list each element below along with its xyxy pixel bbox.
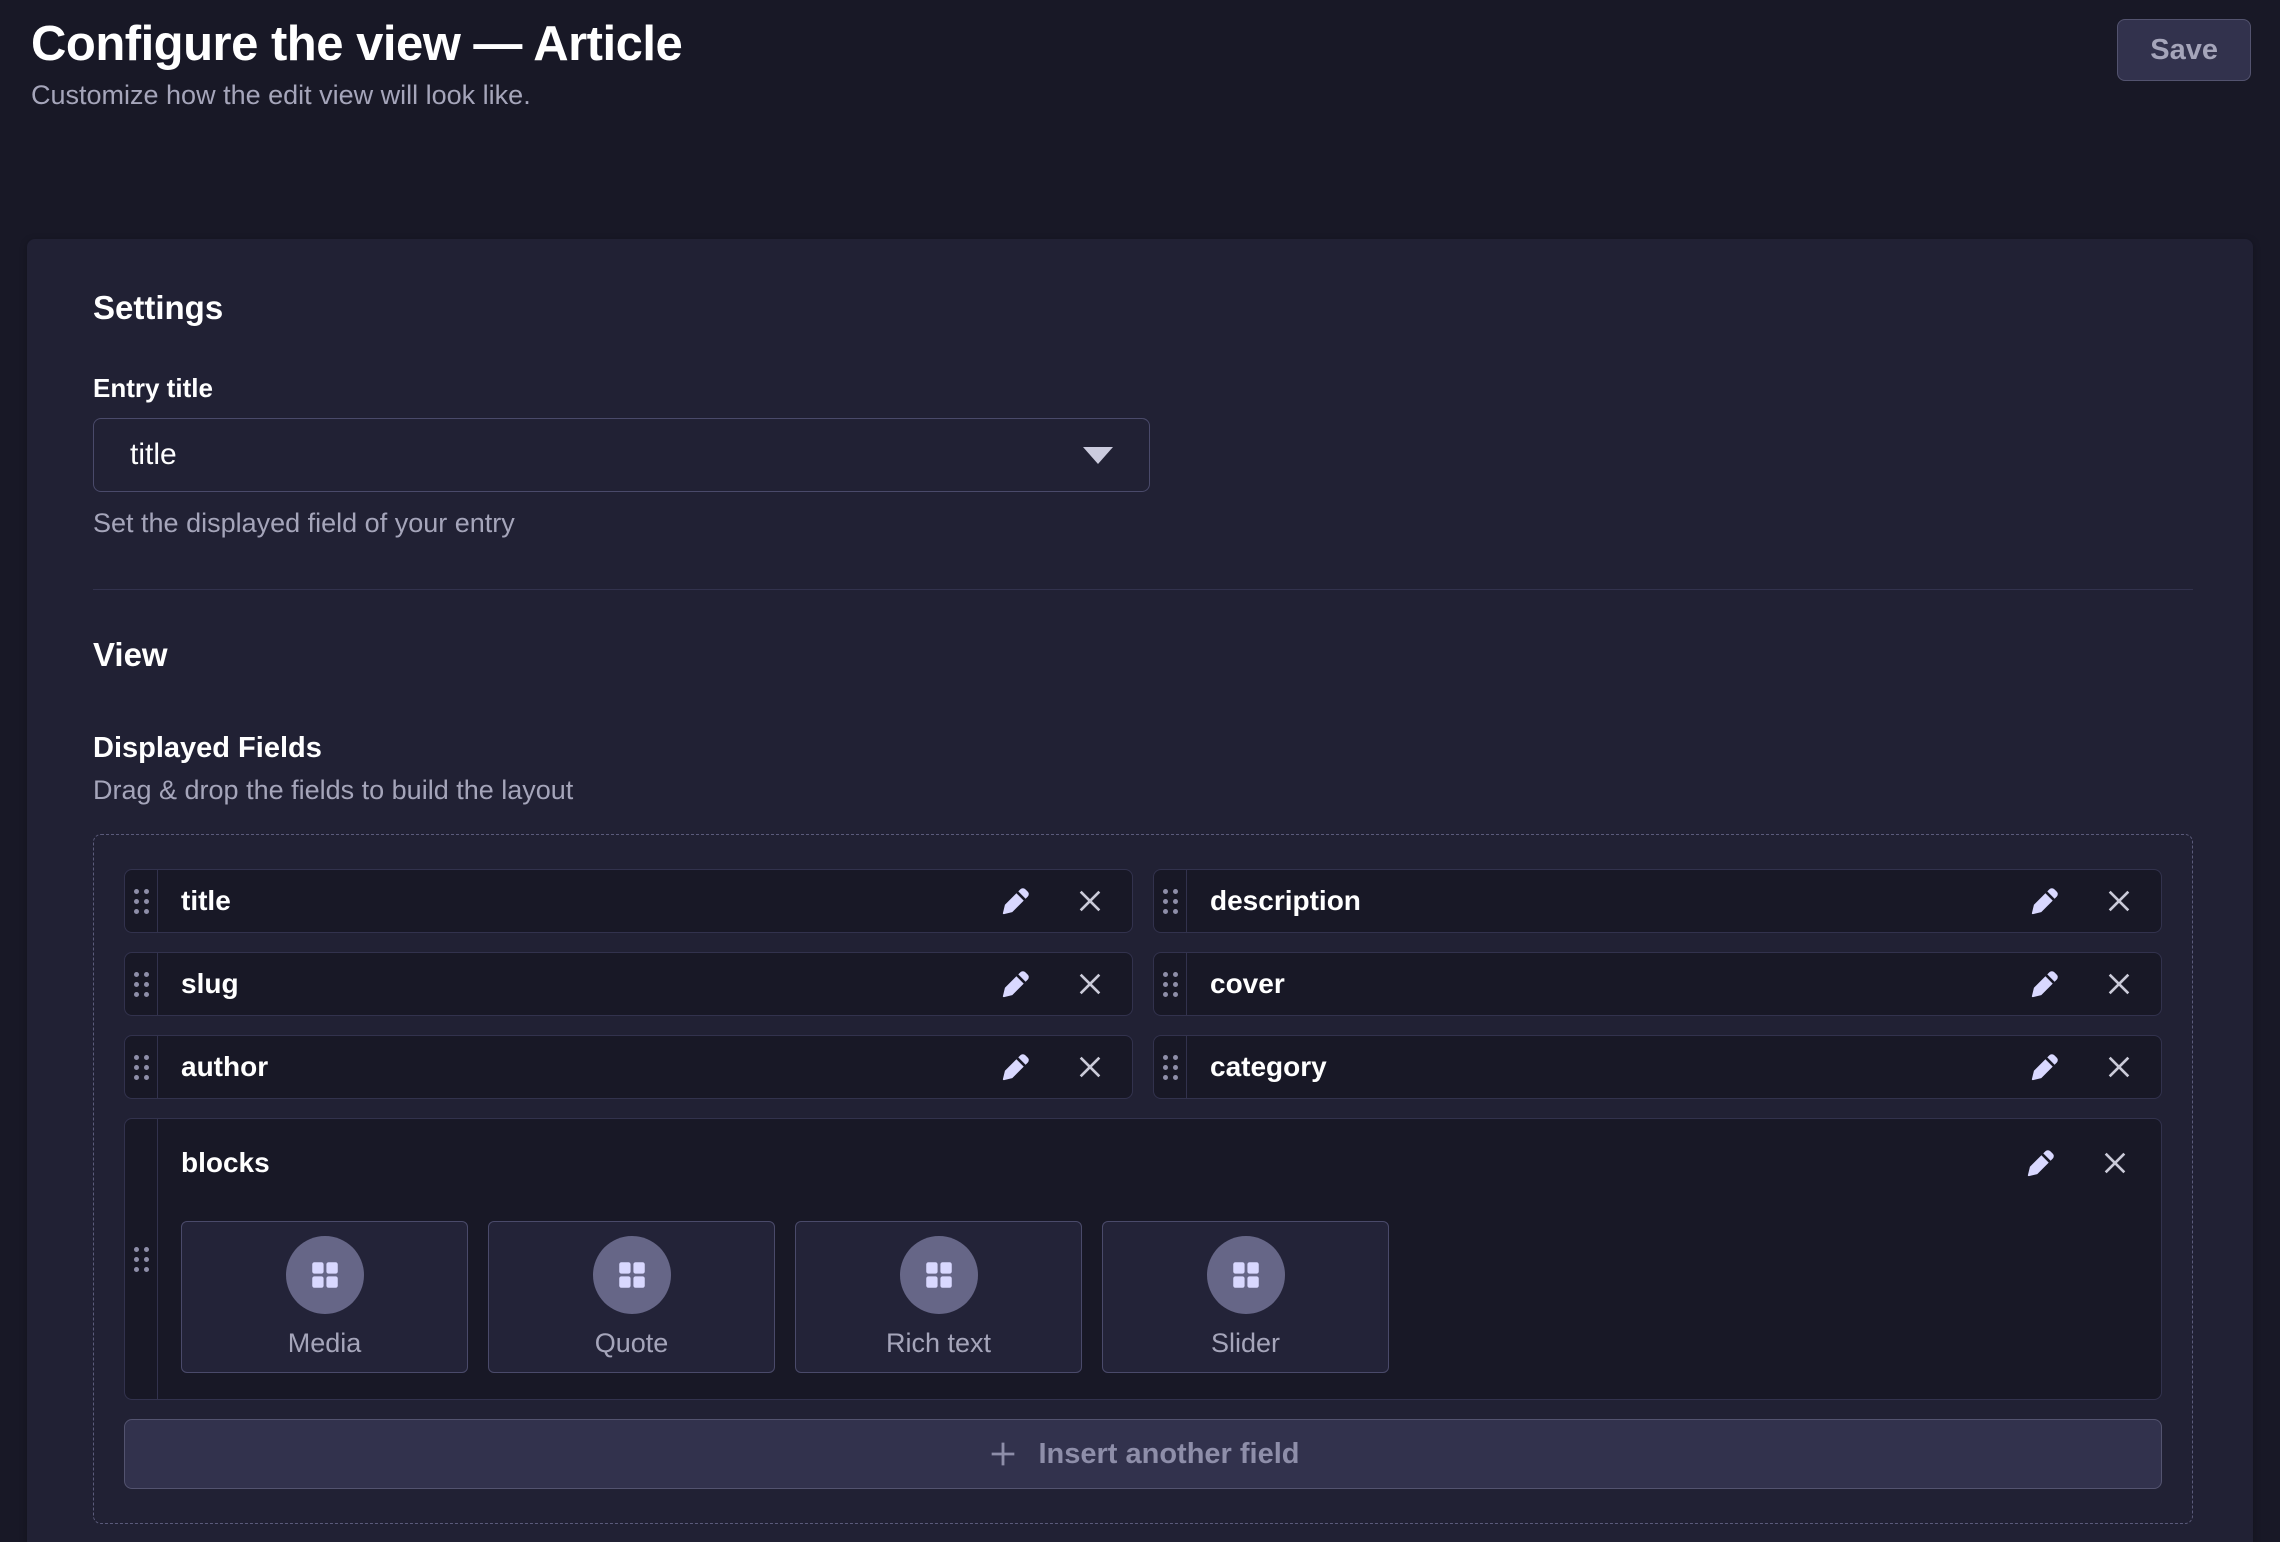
pencil-icon <box>2029 1051 2061 1083</box>
remove-field-button[interactable] <box>2099 964 2139 1004</box>
entry-title-field-group: Entry title title Set the displayed fiel… <box>93 373 1150 539</box>
field-row-cover: cover <box>1153 952 2162 1016</box>
drag-handle-icon <box>1163 889 1178 914</box>
drag-handle[interactable] <box>125 1119 158 1399</box>
drag-handle[interactable] <box>125 870 158 932</box>
pencil-icon <box>1000 1051 1032 1083</box>
displayed-fields-hint: Drag & drop the fields to build the layo… <box>93 775 2193 806</box>
remove-field-button[interactable] <box>2099 1047 2139 1087</box>
edit-field-button[interactable] <box>996 964 1036 1004</box>
field-row-title: title <box>124 869 1133 933</box>
field-row-category: category <box>1153 1035 2162 1099</box>
pencil-icon <box>1000 885 1032 917</box>
field-row-slug: slug <box>124 952 1133 1016</box>
component-label: Quote <box>595 1328 669 1359</box>
component-label: Rich text <box>886 1328 991 1359</box>
entry-title-label: Entry title <box>93 373 1150 404</box>
drag-handle[interactable] <box>125 1036 158 1098</box>
close-icon <box>2103 1051 2135 1083</box>
field-label: blocks <box>181 1147 270 1179</box>
blocks-content: blocks <box>158 1119 2161 1399</box>
pencil-icon <box>1000 968 1032 1000</box>
view-heading: View <box>93 636 2193 674</box>
component-card-slider[interactable]: Slider <box>1102 1221 1389 1373</box>
pencil-icon <box>2025 1147 2057 1179</box>
entry-title-select[interactable]: title <box>93 418 1150 492</box>
grid-squares-icon <box>308 1258 342 1292</box>
drag-handle-icon <box>1163 972 1178 997</box>
field-label: slug <box>158 968 239 1000</box>
drag-handle[interactable] <box>125 953 158 1015</box>
grid-squares-icon <box>615 1258 649 1292</box>
drag-handle-icon <box>1163 1055 1178 1080</box>
save-button[interactable]: Save <box>2117 19 2251 81</box>
pencil-icon <box>2029 885 2061 917</box>
grid-squares-icon <box>1229 1258 1263 1292</box>
edit-field-button[interactable] <box>2025 881 2065 921</box>
drag-handle[interactable] <box>1154 870 1187 932</box>
close-icon <box>2103 885 2135 917</box>
plus-icon <box>986 1437 1020 1471</box>
insert-another-field-button[interactable]: Insert another field <box>124 1419 2162 1489</box>
field-row-blocks: blocks <box>124 1118 2162 1400</box>
blocks-header: blocks <box>181 1143 2139 1183</box>
remove-field-button[interactable] <box>1070 881 1110 921</box>
entry-title-select-value: title <box>130 438 177 472</box>
drag-handle[interactable] <box>1154 1036 1187 1098</box>
component-label: Slider <box>1211 1328 1280 1359</box>
component-circle <box>286 1236 364 1314</box>
component-circle <box>1207 1236 1285 1314</box>
drag-handle-icon <box>134 889 149 914</box>
close-icon <box>2099 1147 2131 1179</box>
settings-heading: Settings <box>93 289 2193 327</box>
main-panel: Settings Entry title title Set the displ… <box>27 239 2253 1542</box>
remove-field-button[interactable] <box>1070 964 1110 1004</box>
displayed-fields-label: Displayed Fields <box>93 732 2193 765</box>
edit-field-button[interactable] <box>2021 1143 2061 1183</box>
field-row-author: author <box>124 1035 1133 1099</box>
chevron-down-icon <box>1083 447 1113 464</box>
component-cards: Media Quote <box>181 1221 2139 1373</box>
close-icon <box>1074 968 1106 1000</box>
fields-grid: title description <box>124 869 2162 1489</box>
fields-drop-zone: title description <box>93 834 2193 1524</box>
component-card-rich-text[interactable]: Rich text <box>795 1221 1082 1373</box>
page-subtitle: Customize how the edit view will look li… <box>31 80 2253 111</box>
close-icon <box>1074 1051 1106 1083</box>
pencil-icon <box>2029 968 2061 1000</box>
page-title: Configure the view — Article <box>31 16 2253 72</box>
drag-handle-icon <box>134 1247 149 1272</box>
component-card-media[interactable]: Media <box>181 1221 468 1373</box>
entry-title-hint: Set the displayed field of your entry <box>93 508 1150 539</box>
edit-field-button[interactable] <box>2025 964 2065 1004</box>
component-label: Media <box>288 1328 362 1359</box>
field-label: category <box>1187 1051 1327 1083</box>
field-label: author <box>158 1051 268 1083</box>
page-header: Configure the view — Article Customize h… <box>27 16 2253 111</box>
remove-field-button[interactable] <box>2099 881 2139 921</box>
close-icon <box>2103 968 2135 1000</box>
edit-field-button[interactable] <box>996 881 1036 921</box>
section-divider <box>93 589 2193 590</box>
field-label: description <box>1187 885 1361 917</box>
remove-field-button[interactable] <box>1070 1047 1110 1087</box>
field-label: title <box>158 885 231 917</box>
edit-field-button[interactable] <box>2025 1047 2065 1087</box>
component-circle <box>593 1236 671 1314</box>
configure-view-page: Configure the view — Article Customize h… <box>0 0 2280 1542</box>
drag-handle-icon <box>134 972 149 997</box>
close-icon <box>1074 885 1106 917</box>
field-row-description: description <box>1153 869 2162 933</box>
drag-handle-icon <box>134 1055 149 1080</box>
grid-squares-icon <box>922 1258 956 1292</box>
insert-another-field-label: Insert another field <box>1038 1438 1299 1471</box>
component-circle <box>900 1236 978 1314</box>
field-label: cover <box>1187 968 1285 1000</box>
component-card-quote[interactable]: Quote <box>488 1221 775 1373</box>
drag-handle[interactable] <box>1154 953 1187 1015</box>
remove-field-button[interactable] <box>2095 1143 2135 1183</box>
edit-field-button[interactable] <box>996 1047 1036 1087</box>
